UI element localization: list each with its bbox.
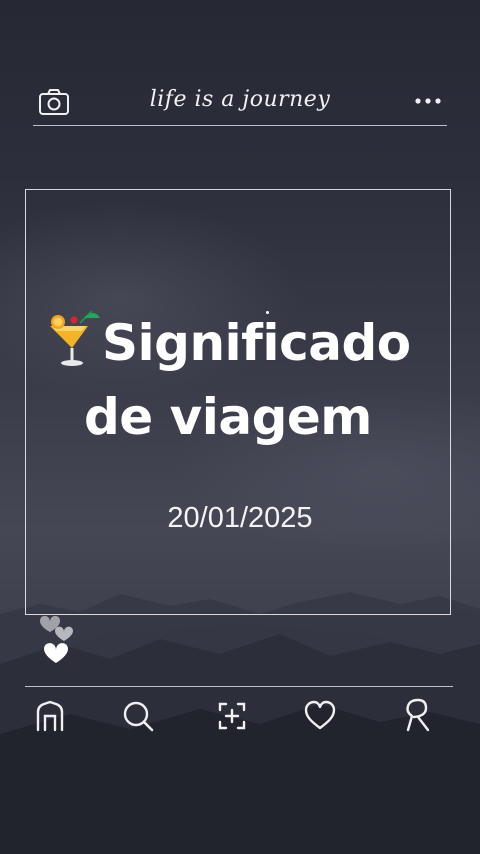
post-title-line2: de viagem	[84, 388, 372, 446]
add-post-icon[interactable]	[212, 696, 252, 736]
tropical-drink-icon	[50, 310, 100, 366]
post-headline: Significado de viagem	[44, 306, 464, 454]
home-icon[interactable]	[30, 696, 70, 736]
nav-divider	[25, 686, 453, 687]
app-title: life is a journey	[149, 87, 331, 112]
camera-icon[interactable]	[38, 88, 70, 116]
post-title-line1: Significado	[102, 314, 411, 372]
post-date: 20/01/2025	[167, 502, 313, 534]
bottom-navigation	[0, 696, 480, 738]
search-icon[interactable]	[118, 696, 158, 736]
favorites-icon[interactable]	[300, 696, 340, 736]
profile-icon[interactable]	[398, 696, 438, 736]
hearts-icon	[40, 615, 73, 663]
header-divider	[33, 125, 447, 126]
more-dots-icon[interactable]	[412, 92, 444, 110]
